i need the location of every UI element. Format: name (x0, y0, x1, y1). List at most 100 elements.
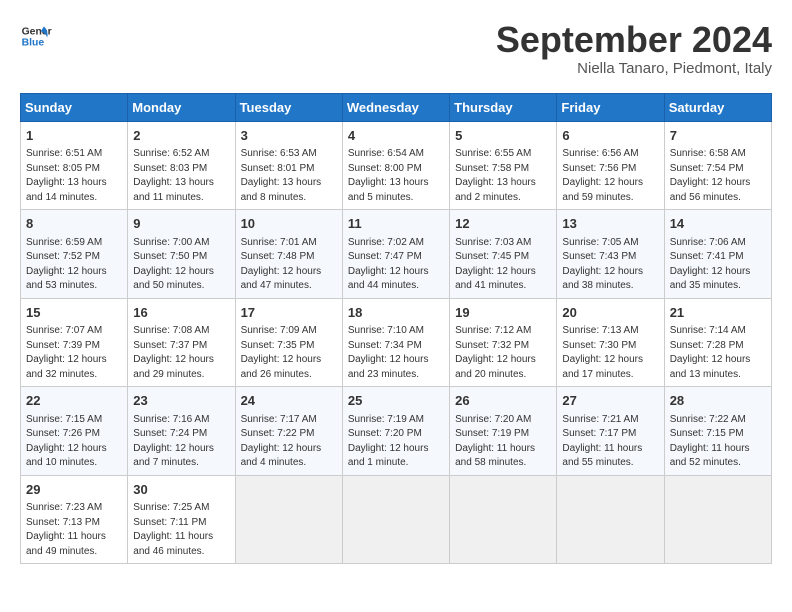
calendar-day-cell: 20Sunrise: 7:13 AMSunset: 7:30 PMDayligh… (557, 298, 664, 387)
day-info: Sunrise: 7:25 AMSunset: 7:11 PMDaylight:… (133, 502, 213, 557)
weekday-header-cell: Friday (557, 93, 664, 121)
day-number: 2 (133, 127, 229, 145)
calendar-week-row: 1Sunrise: 6:51 AMSunset: 8:05 PMDaylight… (21, 121, 772, 210)
weekday-header-cell: Thursday (450, 93, 557, 121)
calendar-day-cell: 25 Sunrise: 7:19 AMSunset: 7:20 PMDayligh… (342, 387, 449, 476)
day-info: Sunrise: 7:17 AMSunset: 7:22 PMDaylight:… (241, 414, 322, 469)
day-info: Sunrise: 6:56 AMSunset: 7:56 PMDaylight:… (562, 148, 643, 203)
day-number: 4 (348, 127, 444, 145)
calendar-day-cell: 9 Sunrise: 7:00 AMSunset: 7:50 PMDaylight… (128, 210, 235, 299)
calendar-day-cell: 13 Sunrise: 7:05 AMSunset: 7:43 PMDayligh… (557, 210, 664, 299)
day-info: Sunrise: 7:00 AMSunset: 7:50 PMDaylight:… (133, 237, 214, 292)
calendar-day-cell: 16 Sunrise: 7:08 AMSunset: 7:37 PMDayligh… (128, 298, 235, 387)
day-number: 29 (26, 481, 122, 499)
day-number: 6 (562, 127, 658, 145)
day-number: 28 (670, 392, 766, 410)
calendar-body: 1Sunrise: 6:51 AMSunset: 8:05 PMDaylight… (21, 121, 772, 564)
day-number: 20 (562, 304, 658, 322)
calendar-day-cell: 4 Sunrise: 6:54 AMSunset: 8:00 PMDaylight… (342, 121, 449, 210)
day-number: 21 (670, 304, 766, 322)
calendar-day-cell: 30 Sunrise: 7:25 AMSunset: 7:11 PMDayligh… (128, 475, 235, 564)
calendar-day-cell: 11Sunrise: 7:02 AMSunset: 7:47 PMDayligh… (342, 210, 449, 299)
day-number: 30 (133, 481, 229, 499)
day-info: Sunrise: 7:01 AMSunset: 7:48 PMDaylight:… (241, 237, 322, 292)
day-number: 23 (133, 392, 229, 410)
calendar-day-cell: 28Sunrise: 7:22 AMSunset: 7:15 PMDayligh… (664, 387, 771, 476)
calendar-day-cell: 2 Sunrise: 6:52 AMSunset: 8:03 PMDaylight… (128, 121, 235, 210)
day-info: Sunrise: 7:02 AMSunset: 7:47 PMDaylight:… (348, 237, 429, 292)
calendar-day-cell: 22Sunrise: 7:15 AMSunset: 7:26 PMDayligh… (21, 387, 128, 476)
day-number: 5 (455, 127, 551, 145)
day-info: Sunrise: 7:06 AMSunset: 7:41 PMDaylight:… (670, 237, 751, 292)
calendar-day-cell (235, 475, 342, 564)
day-info: Sunrise: 7:08 AMSunset: 7:37 PMDaylight:… (133, 325, 214, 380)
day-info: Sunrise: 7:05 AMSunset: 7:43 PMDaylight:… (562, 237, 643, 292)
day-number: 8 (26, 215, 122, 233)
day-number: 15 (26, 304, 122, 322)
logo: General Blue (20, 20, 52, 52)
day-number: 24 (241, 392, 337, 410)
calendar-day-cell: 5 Sunrise: 6:55 AMSunset: 7:58 PMDaylight… (450, 121, 557, 210)
day-number: 19 (455, 304, 551, 322)
day-info: Sunrise: 7:16 AMSunset: 7:24 PMDaylight:… (133, 414, 214, 469)
day-number: 7 (670, 127, 766, 145)
day-info: Sunrise: 6:55 AMSunset: 7:58 PMDaylight:… (455, 148, 536, 203)
day-info: Sunrise: 7:07 AMSunset: 7:39 PMDaylight:… (26, 325, 107, 380)
day-number: 9 (133, 215, 229, 233)
day-number: 10 (241, 215, 337, 233)
day-info: Sunrise: 7:09 AMSunset: 7:35 PMDaylight:… (241, 325, 322, 380)
month-title: September 2024 (496, 20, 772, 60)
weekday-header-cell: Monday (128, 93, 235, 121)
calendar-day-cell (450, 475, 557, 564)
day-number: 17 (241, 304, 337, 322)
calendar-day-cell: 21 Sunrise: 7:14 AMSunset: 7:28 PMDayligh… (664, 298, 771, 387)
calendar-day-cell: 24 Sunrise: 7:17 AMSunset: 7:22 PMDayligh… (235, 387, 342, 476)
day-number: 14 (670, 215, 766, 233)
day-info: Sunrise: 7:03 AMSunset: 7:45 PMDaylight:… (455, 237, 536, 292)
day-number: 1 (26, 127, 122, 145)
svg-text:Blue: Blue (22, 38, 45, 49)
calendar-day-cell (557, 475, 664, 564)
calendar-day-cell (664, 475, 771, 564)
day-info: Sunrise: 7:15 AMSunset: 7:26 PMDaylight:… (26, 414, 107, 469)
calendar-week-row: 22Sunrise: 7:15 AMSunset: 7:26 PMDayligh… (21, 387, 772, 476)
day-info: Sunrise: 7:14 AMSunset: 7:28 PMDaylight:… (670, 325, 751, 380)
calendar-day-cell: 14 Sunrise: 7:06 AMSunset: 7:41 PMDayligh… (664, 210, 771, 299)
day-number: 25 (348, 392, 444, 410)
day-info: Sunrise: 7:23 AMSunset: 7:13 PMDaylight:… (26, 502, 106, 557)
page-header: General Blue September 2024 Niella Tanar… (20, 20, 772, 77)
calendar-week-row: 29 Sunrise: 7:23 AMSunset: 7:13 PMDayligh… (21, 475, 772, 564)
day-info: Sunrise: 6:58 AMSunset: 7:54 PMDaylight:… (670, 148, 751, 203)
day-info: Sunrise: 6:54 AMSunset: 8:00 PMDaylight:… (348, 148, 429, 203)
calendar-day-cell: 29 Sunrise: 7:23 AMSunset: 7:13 PMDayligh… (21, 475, 128, 564)
logo-icon: General Blue (20, 20, 52, 52)
calendar-day-cell: 1Sunrise: 6:51 AMSunset: 8:05 PMDaylight… (21, 121, 128, 210)
calendar-table: SundayMondayTuesdayWednesdayThursdayFrid… (20, 93, 772, 565)
day-info: Sunrise: 7:12 AMSunset: 7:32 PMDaylight:… (455, 325, 536, 380)
calendar-week-row: 8Sunrise: 6:59 AMSunset: 7:52 PMDaylight… (21, 210, 772, 299)
day-info: Sunrise: 7:21 AMSunset: 7:17 PMDaylight:… (562, 414, 642, 469)
calendar-day-cell: 7 Sunrise: 6:58 AMSunset: 7:54 PMDaylight… (664, 121, 771, 210)
calendar-day-cell: 17 Sunrise: 7:09 AMSunset: 7:35 PMDayligh… (235, 298, 342, 387)
calendar-day-cell: 26Sunrise: 7:20 AMSunset: 7:19 PMDayligh… (450, 387, 557, 476)
day-info: Sunrise: 6:52 AMSunset: 8:03 PMDaylight:… (133, 148, 214, 203)
day-number: 3 (241, 127, 337, 145)
day-info: Sunrise: 7:19 AMSunset: 7:20 PMDaylight:… (348, 414, 429, 469)
day-number: 18 (348, 304, 444, 322)
calendar-day-cell: 23 Sunrise: 7:16 AMSunset: 7:24 PMDayligh… (128, 387, 235, 476)
calendar-day-cell: 8Sunrise: 6:59 AMSunset: 7:52 PMDaylight… (21, 210, 128, 299)
calendar-day-cell: 18Sunrise: 7:10 AMSunset: 7:34 PMDayligh… (342, 298, 449, 387)
weekday-header-cell: Tuesday (235, 93, 342, 121)
day-number: 16 (133, 304, 229, 322)
day-number: 13 (562, 215, 658, 233)
day-number: 12 (455, 215, 551, 233)
weekday-header-cell: Sunday (21, 93, 128, 121)
day-info: Sunrise: 6:53 AMSunset: 8:01 PMDaylight:… (241, 148, 322, 203)
title-block: September 2024 Niella Tanaro, Piedmont, … (496, 20, 772, 77)
weekday-header-row: SundayMondayTuesdayWednesdayThursdayFrid… (21, 93, 772, 121)
weekday-header-cell: Saturday (664, 93, 771, 121)
calendar-day-cell: 3 Sunrise: 6:53 AMSunset: 8:01 PMDaylight… (235, 121, 342, 210)
day-info: Sunrise: 7:20 AMSunset: 7:19 PMDaylight:… (455, 414, 535, 469)
weekday-header-cell: Wednesday (342, 93, 449, 121)
location-subtitle: Niella Tanaro, Piedmont, Italy (496, 60, 772, 77)
